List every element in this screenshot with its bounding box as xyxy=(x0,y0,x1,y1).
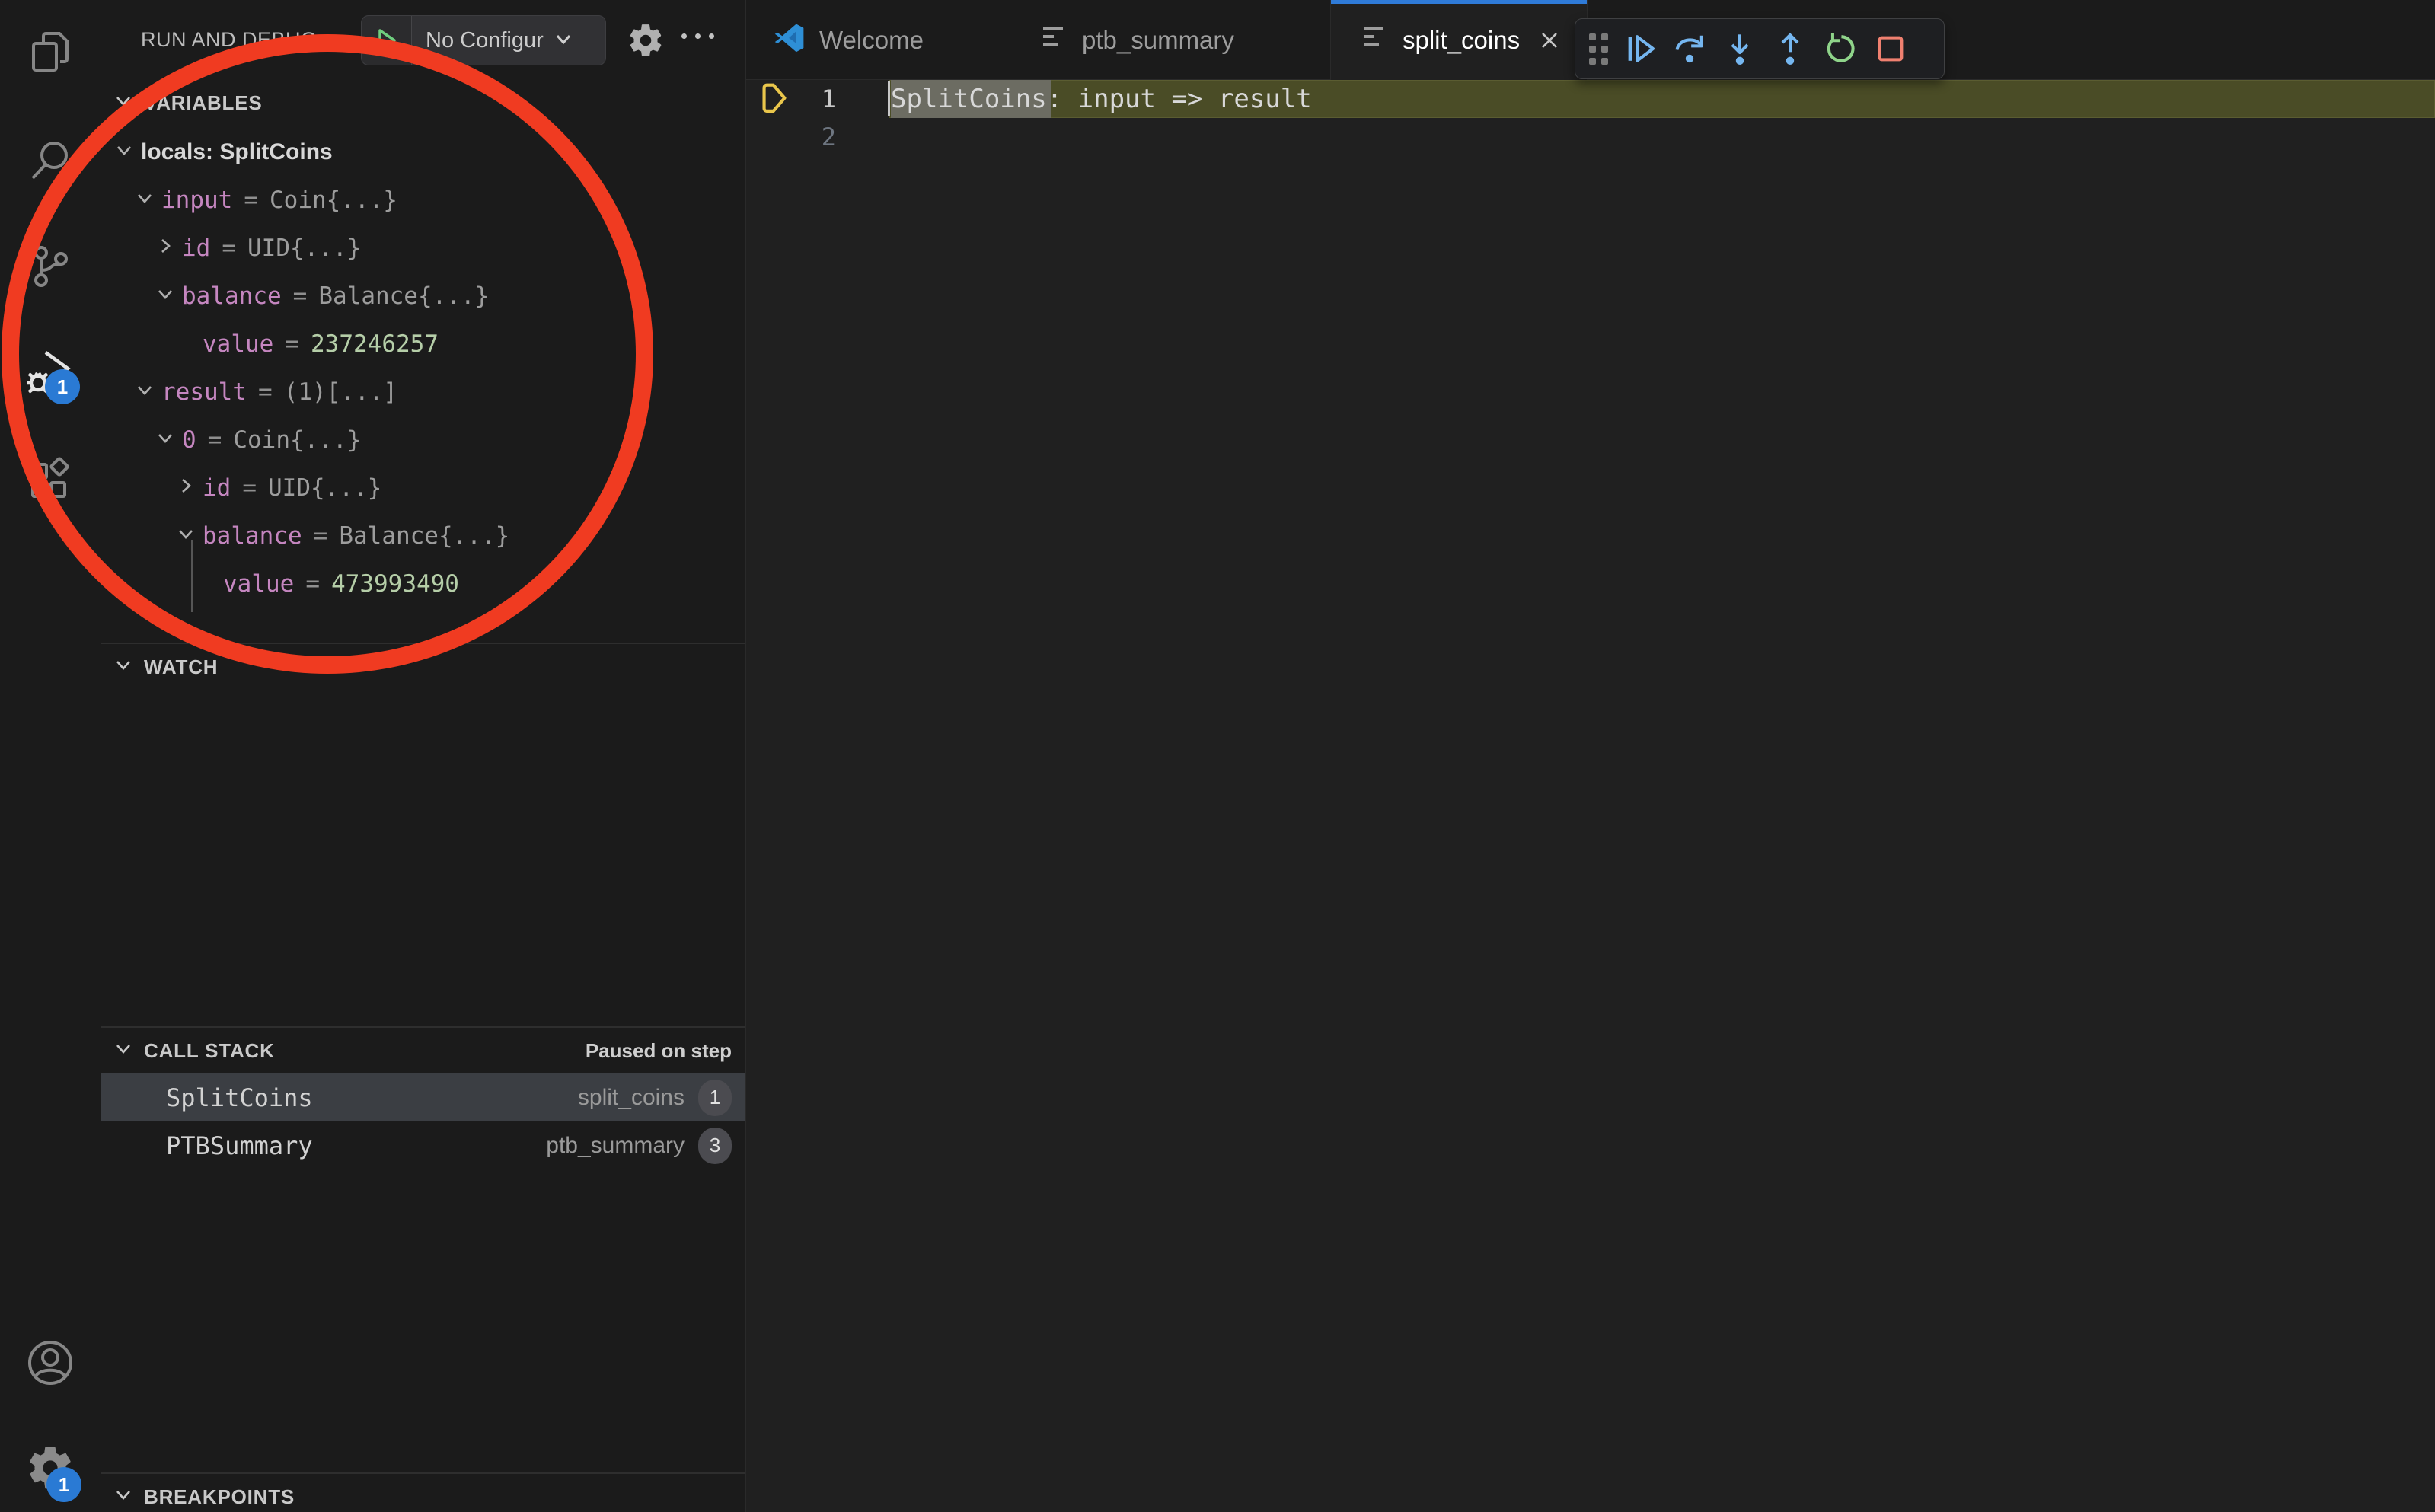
tree-row-scope[interactable]: locals: SplitCoins xyxy=(101,128,745,176)
tree-row[interactable]: balance=Balance{...} xyxy=(101,512,745,560)
chevron-down-icon xyxy=(155,282,175,310)
debug-toolbar xyxy=(1575,18,1945,79)
watch-section-header[interactable]: WATCH xyxy=(101,644,745,690)
file-list-icon xyxy=(1038,22,1068,59)
config-label: No Configur xyxy=(426,28,544,53)
tab-split-coins[interactable]: split_coins xyxy=(1331,0,1588,81)
account-icon[interactable] xyxy=(25,1338,75,1388)
source-control-icon[interactable] xyxy=(25,241,75,292)
explorer-icon[interactable] xyxy=(25,27,75,77)
continue-icon[interactable] xyxy=(1614,26,1664,72)
tree-row[interactable]: id=UID{...} xyxy=(101,224,745,272)
debug-config-dropdown[interactable]: No Configur xyxy=(361,15,606,65)
run-and-debug-panel: RUN AND DEBUG No Configur xyxy=(101,0,746,1512)
call-stack-section: CALL STACK Paused on step SplitCoins spl… xyxy=(101,1026,745,1169)
pause-status: Paused on step xyxy=(586,1039,732,1063)
tree-row[interactable]: id=UID{...} xyxy=(101,464,745,512)
chevron-down-icon xyxy=(155,426,175,454)
tree-row[interactable]: input=Coin{...} xyxy=(101,176,745,224)
code-editor[interactable]: 1 SplitCoins: input => result 2 xyxy=(746,80,2435,1512)
chevron-down-icon xyxy=(176,522,196,550)
chevron-down-icon xyxy=(114,139,134,166)
variables-tree: locals: SplitCoins input=Coin{...} id=UI… xyxy=(101,128,745,608)
settings-gear-icon[interactable]: 1 xyxy=(25,1443,75,1493)
close-icon[interactable] xyxy=(1537,27,1562,53)
code-line-1[interactable]: 1 SplitCoins: input => result xyxy=(746,80,2435,118)
step-out-icon[interactable] xyxy=(1765,26,1815,72)
variables-section: VARIABLES locals: SplitCoins input=Coin{… xyxy=(101,80,745,126)
vscode-logo-icon xyxy=(774,21,806,59)
more-actions-icon[interactable] xyxy=(681,33,714,39)
stack-frame[interactable]: SplitCoins split_coins 1 xyxy=(101,1073,745,1121)
file-list-icon xyxy=(1358,22,1389,59)
stack-frame[interactable]: PTBSummary ptb_summary 3 xyxy=(101,1121,745,1169)
chevron-down-icon xyxy=(553,28,574,53)
line-badge: 1 xyxy=(698,1080,732,1116)
panel-header: RUN AND DEBUG No Configur xyxy=(101,0,745,80)
panel-title: RUN AND DEBUG xyxy=(141,0,318,80)
text-cursor xyxy=(888,81,890,116)
chevron-right-icon xyxy=(155,234,175,262)
tree-row[interactable]: balance=Balance{...} xyxy=(101,272,745,320)
settings-badge: 1 xyxy=(46,1467,81,1502)
step-over-icon[interactable] xyxy=(1664,26,1715,72)
code-line-2[interactable]: 2 xyxy=(746,118,2435,156)
breakpoints-section-header[interactable]: BREAKPOINTS xyxy=(101,1474,745,1512)
chevron-down-icon xyxy=(113,91,133,116)
extensions-icon[interactable] xyxy=(25,455,75,505)
tree-row[interactable]: result=(1)[...] xyxy=(101,368,745,416)
line-badge: 3 xyxy=(698,1128,732,1164)
activity-bar: 1 1 xyxy=(0,0,101,1512)
line-number[interactable]: 2 xyxy=(746,118,836,156)
step-into-icon[interactable] xyxy=(1715,26,1765,72)
chevron-down-icon xyxy=(113,1038,133,1064)
variables-section-header[interactable]: VARIABLES xyxy=(101,80,745,126)
breakpoints-section: BREAKPOINTS xyxy=(101,1472,745,1512)
vscode-window: 1 1 RUN AND DEBUG xyxy=(0,0,2435,1512)
call-stack-section-header[interactable]: CALL STACK Paused on step xyxy=(101,1028,745,1073)
chevron-down-icon xyxy=(135,187,155,214)
code-text: SplitCoins: input => result xyxy=(891,80,1312,118)
restart-icon[interactable] xyxy=(1815,26,1865,72)
drag-handle-icon[interactable] xyxy=(1589,33,1608,65)
debug-badge: 1 xyxy=(45,369,80,404)
tab-welcome[interactable]: Welcome xyxy=(746,0,1010,80)
tab-ptb-summary[interactable]: ptb_summary xyxy=(1010,0,1331,80)
chevron-down-icon xyxy=(113,1485,133,1510)
watch-section: WATCH xyxy=(101,643,745,690)
debug-settings-gear-icon[interactable] xyxy=(627,21,665,59)
indent-guide xyxy=(191,540,193,612)
chevron-right-icon xyxy=(176,474,196,502)
stop-icon[interactable] xyxy=(1865,26,1916,72)
start-debug-icon[interactable] xyxy=(362,16,412,65)
tree-row[interactable]: 0=Coin{...} xyxy=(101,416,745,464)
chevron-down-icon xyxy=(135,378,155,406)
tree-row[interactable]: value=237246257 xyxy=(101,320,745,368)
line-number[interactable]: 1 xyxy=(746,80,836,118)
search-icon[interactable] xyxy=(25,135,75,185)
tree-row[interactable]: value=473993490 xyxy=(101,560,745,608)
chevron-down-icon xyxy=(113,655,133,680)
run-and-debug-icon[interactable]: 1 xyxy=(25,348,75,398)
